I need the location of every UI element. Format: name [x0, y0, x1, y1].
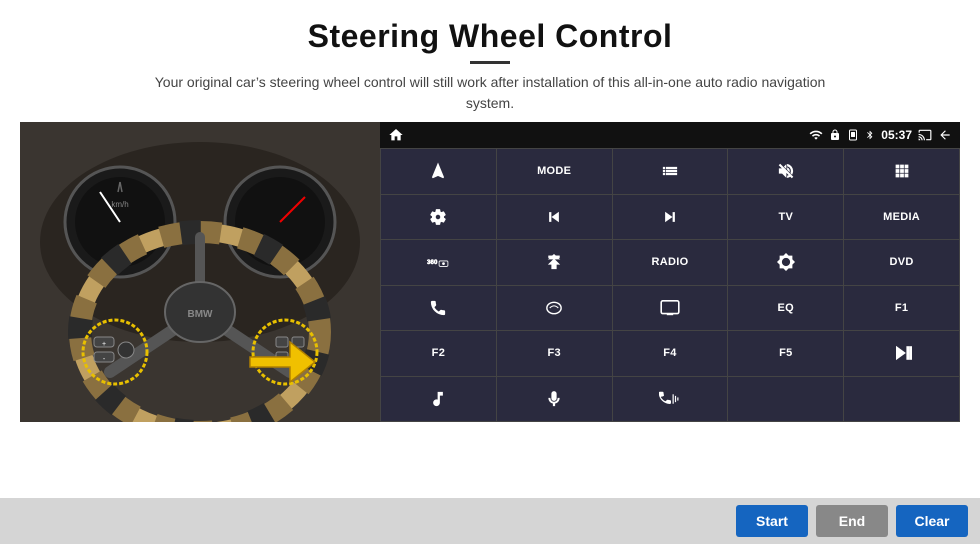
- btn-playpause[interactable]: [844, 331, 959, 376]
- btn-mode[interactable]: MODE: [497, 149, 612, 194]
- btn-next[interactable]: [613, 195, 728, 240]
- content-area: km/h BMW: [0, 122, 980, 498]
- button-grid: MODE TV: [380, 148, 960, 422]
- btn-swipe[interactable]: [497, 286, 612, 331]
- btn-tv[interactable]: TV: [728, 195, 843, 240]
- btn-f5[interactable]: F5: [728, 331, 843, 376]
- btn-media[interactable]: MEDIA: [844, 195, 959, 240]
- sim-icon: [847, 129, 859, 141]
- cast-icon: [918, 128, 932, 142]
- btn-mute[interactable]: [728, 149, 843, 194]
- time-display: 05:37: [881, 128, 912, 142]
- steering-wheel-svg: km/h BMW: [20, 122, 380, 422]
- lock-icon: [829, 129, 841, 141]
- btn-f4[interactable]: F4: [613, 331, 728, 376]
- btn-r6c5[interactable]: [844, 377, 959, 422]
- steering-wheel-image: km/h BMW: [20, 122, 380, 422]
- btn-dvd[interactable]: DVD: [844, 240, 959, 285]
- home-status-icon: [388, 127, 404, 143]
- status-bar: 05:37: [380, 122, 960, 148]
- btn-settings[interactable]: [381, 195, 496, 240]
- btn-f1[interactable]: F1: [844, 286, 959, 331]
- btn-360[interactable]: 360: [381, 240, 496, 285]
- device-panel: 05:37 MODE: [380, 122, 960, 422]
- title-divider: [470, 61, 510, 64]
- btn-screen[interactable]: [613, 286, 728, 331]
- start-button[interactable]: Start: [736, 505, 808, 537]
- btn-list[interactable]: [613, 149, 728, 194]
- btn-brightness[interactable]: [728, 240, 843, 285]
- status-icons-right: 05:37: [809, 128, 952, 142]
- btn-radio[interactable]: RADIO: [613, 240, 728, 285]
- svg-text:+: +: [102, 341, 106, 348]
- header-section: Steering Wheel Control Your original car…: [0, 0, 980, 122]
- btn-music[interactable]: [381, 377, 496, 422]
- clear-button[interactable]: Clear: [896, 505, 968, 537]
- btn-f2[interactable]: F2: [381, 331, 496, 376]
- btn-eq[interactable]: EQ: [728, 286, 843, 331]
- svg-text:360: 360: [427, 260, 438, 266]
- wifi-icon: [809, 128, 823, 142]
- btn-mic[interactable]: [497, 377, 612, 422]
- subtitle: Your original car’s steering wheel contr…: [140, 72, 840, 114]
- bottom-bar: Start End Clear: [0, 498, 980, 544]
- svg-text:km/h: km/h: [111, 200, 128, 209]
- btn-apps[interactable]: [844, 149, 959, 194]
- btn-phone[interactable]: [381, 286, 496, 331]
- btn-eject[interactable]: [497, 240, 612, 285]
- bluetooth-icon: [865, 128, 875, 142]
- btn-volphone[interactable]: [613, 377, 728, 422]
- back-icon: [938, 128, 952, 142]
- page-wrapper: Steering Wheel Control Your original car…: [0, 0, 980, 544]
- btn-f3[interactable]: F3: [497, 331, 612, 376]
- btn-prev[interactable]: [497, 195, 612, 240]
- btn-r6c4[interactable]: [728, 377, 843, 422]
- page-title: Steering Wheel Control: [20, 18, 960, 55]
- btn-nav[interactable]: [381, 149, 496, 194]
- end-button[interactable]: End: [816, 505, 888, 537]
- svg-text:BMW: BMW: [188, 309, 214, 320]
